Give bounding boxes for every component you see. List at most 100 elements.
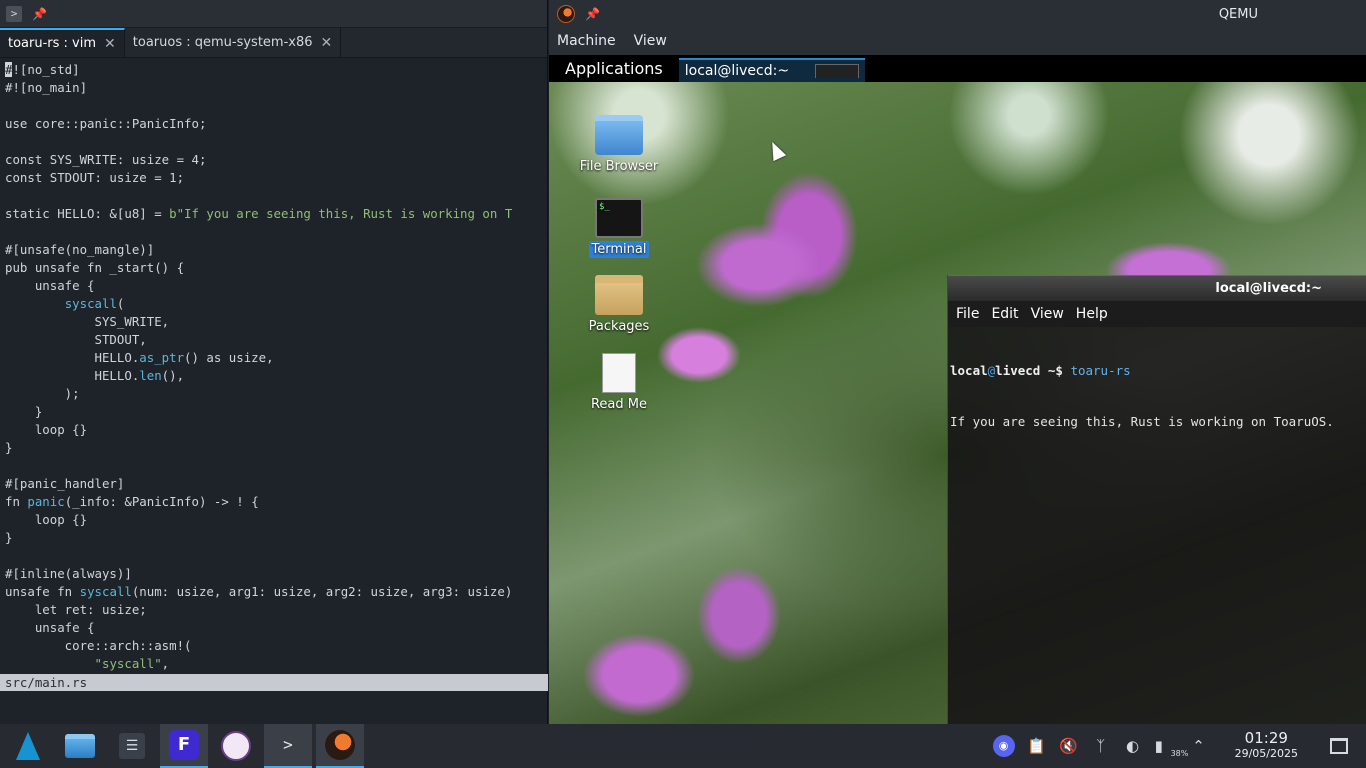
code-line: pub unsafe fn _start() { xyxy=(5,260,185,275)
desktop-icon-label: Terminal xyxy=(588,241,650,258)
code-line: const SYS_WRITE: usize = 4; xyxy=(5,152,207,167)
document-icon xyxy=(602,353,636,393)
program-output: If you are seeing this, Rust is working … xyxy=(950,414,1334,429)
code-line: const STDOUT: usize = 1; xyxy=(5,170,185,185)
applications-menu[interactable]: Applications xyxy=(549,59,679,78)
desktop-icon-packages[interactable]: Packages xyxy=(574,275,664,334)
digital-clock[interactable]: 01:29 29/05/2025 xyxy=(1235,731,1298,761)
code-line: core::arch::asm!( xyxy=(5,638,192,653)
clock-date: 29/05/2025 xyxy=(1234,747,1298,760)
qemu-menubar: Machine View xyxy=(549,28,1366,54)
desktop-icon-read-me[interactable]: Read Me xyxy=(574,353,664,412)
code-line: } xyxy=(5,440,13,455)
code-line: loop {} xyxy=(5,422,88,437)
tab-vim[interactable]: toaru-rs : vim ✕ xyxy=(0,28,125,57)
arch-launcher-icon xyxy=(16,732,40,760)
tab-label: toaruos : qemu-system-x86 xyxy=(132,35,313,50)
code-line: HELLO.as_ptr() as usize, xyxy=(5,350,274,365)
code-line: #[unsafe(no_mangle)] xyxy=(5,242,155,257)
close-icon[interactable]: ✕ xyxy=(321,35,333,51)
guest-terminal-menubar: File Edit View Help xyxy=(948,301,1366,327)
mouse-cursor-icon xyxy=(765,138,787,162)
taskbar-system-settings[interactable]: ☰ xyxy=(108,724,156,768)
taskbar-file-manager[interactable] xyxy=(56,724,104,768)
code-line: fn panic(_info: &PanicInfo) -> ! { xyxy=(5,494,259,509)
system-tray: ◉ 📋 🔇 ᛉ ◐ ▮ 38% ⌃ 01:29 29/05/2025 xyxy=(992,731,1366,761)
code-line: "syscall", xyxy=(94,656,170,671)
show-desktop-icon[interactable] xyxy=(1330,738,1348,754)
application-launcher-button[interactable] xyxy=(4,724,52,768)
folder-icon xyxy=(595,115,643,155)
desktop-icon-label: Read Me xyxy=(590,397,647,412)
code-line: HELLO.len(), xyxy=(5,368,185,383)
battery-indicator[interactable]: ▮ 38% xyxy=(1154,737,1189,758)
desktop-icon-label: Packages xyxy=(588,319,650,334)
code-line: unsafe fn syscall(num: usize, arg1: usiz… xyxy=(5,584,513,599)
battery-icon: ▮ xyxy=(1154,737,1163,755)
code-line: loop {} xyxy=(5,512,88,527)
file-manager-icon xyxy=(65,734,95,758)
clipboard-icon[interactable]: 📋 xyxy=(1027,737,1047,755)
taskbar: ☰ F > ◉ 📋 🔇 ᛉ ◐ ▮ 38% ⌃ 01:29 29/05/2025 xyxy=(0,724,1366,768)
guest-terminal-window[interactable]: local@livecd:~ File Edit View Help local… xyxy=(947,275,1366,724)
konsole-window: > 📌 toaru-rs : vim ✕ toaruos : qemu-syst… xyxy=(0,0,548,724)
discord-icon[interactable]: ◉ xyxy=(992,735,1015,757)
prompt-host: livecd xyxy=(995,363,1041,378)
code-line: unsafe { xyxy=(5,278,95,293)
taskbar-qemu[interactable] xyxy=(316,724,364,768)
tab-qemu[interactable]: toaruos : qemu-system-x86 ✕ xyxy=(125,28,342,57)
code-line: ); xyxy=(5,386,80,401)
terminal-icon xyxy=(815,64,860,78)
desktop-icon-file-browser[interactable]: File Browser xyxy=(574,115,664,174)
konsole-app-icon[interactable]: > xyxy=(6,5,22,22)
night-color-icon[interactable]: ◐ xyxy=(1123,737,1143,755)
code-line: syscall( xyxy=(64,296,125,311)
tab-label: toaru-rs : vim xyxy=(8,36,97,51)
desktop-icon-terminal[interactable]: $_ Terminal xyxy=(574,198,664,258)
close-icon[interactable]: ✕ xyxy=(104,36,116,52)
menu-help[interactable]: Help xyxy=(1076,306,1108,322)
qemu-titlebar: 📌 QEMU xyxy=(549,0,1366,28)
code-line: #![no_std] xyxy=(5,62,80,77)
vim-editor[interactable]: #![no_std] #![no_main] use core::panic::Pa… xyxy=(0,61,548,673)
taskbar-rust-app[interactable] xyxy=(212,724,260,768)
guest-terminal-output[interactable]: local@livecd ~$ toaru-rs If you are seei… xyxy=(948,327,1366,465)
qemu-window: 📌 QEMU Machine View Applications local@l… xyxy=(549,0,1366,724)
menu-machine[interactable]: Machine xyxy=(557,33,616,49)
menu-file[interactable]: File xyxy=(956,306,979,322)
qemu-icon xyxy=(325,730,355,760)
guest-terminal-title[interactable]: local@livecd:~ xyxy=(948,275,1366,301)
code-line: SYS_WRITE, xyxy=(5,314,170,329)
prompt-user: local xyxy=(950,363,988,378)
menu-view[interactable]: View xyxy=(634,33,667,49)
menu-edit[interactable]: Edit xyxy=(991,306,1018,322)
desktop-icon-label: File Browser xyxy=(579,159,659,174)
code-line: } xyxy=(5,530,13,545)
taskbar-konsole[interactable]: > xyxy=(264,724,312,768)
rust-app-icon xyxy=(221,731,251,761)
chevron-up-icon[interactable]: ⌃ xyxy=(1189,737,1209,755)
taskbar-fusion[interactable]: F xyxy=(160,724,208,768)
system-settings-icon: ☰ xyxy=(119,733,145,759)
vim-statusline: src/main.rs xyxy=(0,674,548,691)
guest-panel: Applications local@livecd:~ xyxy=(549,55,1366,82)
volume-muted-icon[interactable]: 🔇 xyxy=(1059,737,1079,755)
bluetooth-icon[interactable]: ᛉ xyxy=(1091,737,1111,755)
konsole-icon: > xyxy=(273,732,303,758)
menu-view[interactable]: View xyxy=(1031,306,1064,322)
code-line: static HELLO: &[u8] = b"If you are seein… xyxy=(5,206,513,221)
pin-icon[interactable]: 📌 xyxy=(32,7,47,21)
qemu-logo-icon[interactable] xyxy=(557,5,575,23)
code-line: unsafe { xyxy=(5,620,95,635)
guest-task-terminal[interactable]: local@livecd:~ xyxy=(678,58,866,82)
code-line: #[panic_handler] xyxy=(5,476,125,491)
prompt-command: toaru-rs xyxy=(1070,363,1131,378)
package-icon xyxy=(595,275,643,315)
code-line: use core::panic::PanicInfo; xyxy=(5,116,207,131)
pin-icon[interactable]: 📌 xyxy=(585,7,600,21)
guest-screen[interactable]: Applications local@livecd:~ File Browser… xyxy=(549,55,1366,724)
